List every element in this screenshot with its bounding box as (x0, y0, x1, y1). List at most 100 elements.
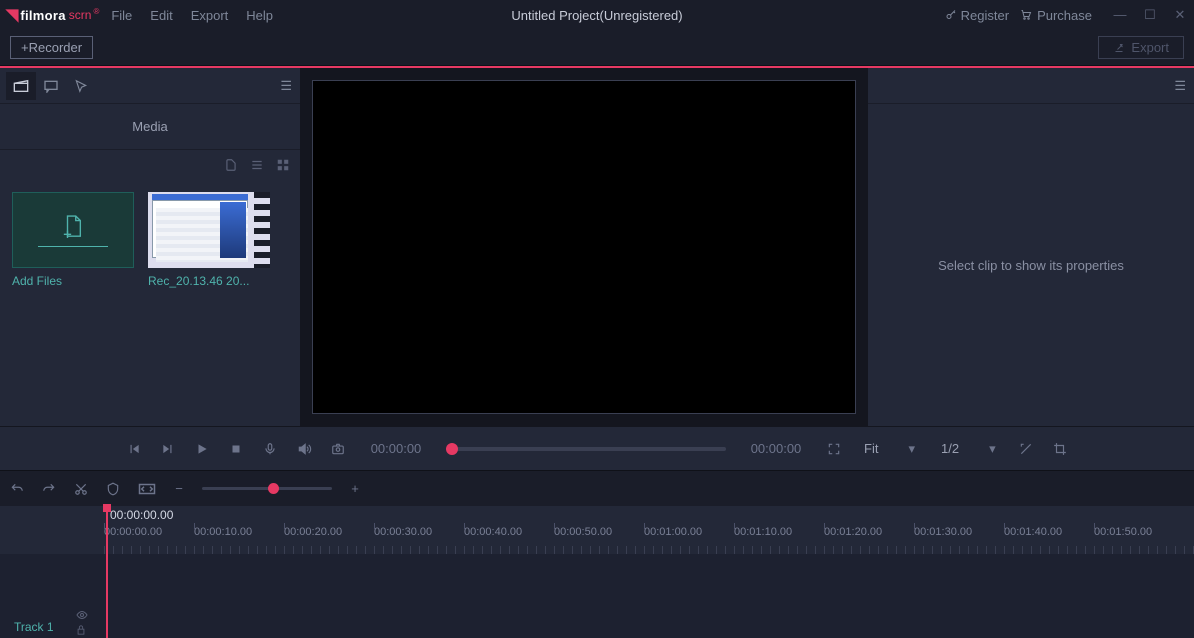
title-bar: ◥ filmora scrn ® File Edit Export Help U… (0, 0, 1194, 30)
volume-button[interactable] (288, 433, 320, 465)
cart-icon (1019, 9, 1033, 21)
ruler-tick: 00:00:20.00 (284, 526, 374, 546)
cursor-tab[interactable] (66, 72, 96, 100)
grid-view-icon[interactable] (276, 158, 290, 172)
crop-button[interactable] (1044, 433, 1076, 465)
media-panel: ☰ Media Add Files (0, 68, 300, 426)
ruler-tick: 00:00:10.00 (194, 526, 284, 546)
annotations-tab[interactable] (36, 72, 66, 100)
close-button[interactable]: ✕ (1172, 7, 1188, 23)
prev-frame-button[interactable] (118, 433, 150, 465)
recorder-button[interactable]: +Recorder (10, 36, 93, 59)
properties-placeholder: Select clip to show its properties (868, 104, 1194, 426)
timeline-tracks[interactable]: Track 1 (0, 554, 1194, 638)
total-time: 00:00:00 (744, 441, 808, 456)
clapper-icon (13, 79, 29, 93)
main-menu: File Edit Export Help (111, 8, 273, 23)
track-label[interactable]: Track 1 (14, 620, 54, 634)
fullscreen-button[interactable] (818, 433, 850, 465)
timeline[interactable]: 00:00:00.00 00:00:00.00 00:00:10.00 00:0… (0, 506, 1194, 638)
playback-bar: 00:00:00 00:00:00 Fit ▾ 1/2 ▾ (0, 426, 1194, 470)
marker-button[interactable] (106, 482, 124, 496)
ruler-tick: 00:00:40.00 (464, 526, 554, 546)
stop-button[interactable] (220, 433, 252, 465)
menu-export[interactable]: Export (191, 8, 229, 23)
media-tab[interactable] (6, 72, 36, 100)
cut-button[interactable] (74, 482, 92, 496)
zoom-toolbar: − + (0, 470, 1194, 506)
key-icon (945, 9, 957, 21)
logo-reg: ® (93, 7, 99, 16)
menu-help[interactable]: Help (246, 8, 273, 23)
ruler-tick: 00:00:50.00 (554, 526, 644, 546)
cursor-icon (74, 79, 88, 93)
secondary-toolbar: +Recorder Export (0, 30, 1194, 66)
register-link[interactable]: Register (945, 8, 1009, 23)
panel-menu-icon[interactable]: ☰ (1174, 78, 1186, 94)
track-controls (76, 610, 88, 636)
media-body: Add Files Rec_20.13.46 20... (0, 180, 300, 426)
export-button[interactable]: Export (1098, 36, 1184, 59)
quality-select[interactable]: 1/2 ▾ (941, 441, 996, 457)
playhead[interactable] (106, 506, 108, 638)
app-logo: ◥ filmora scrn ® (6, 5, 99, 25)
maximize-button[interactable]: ☐ (1142, 7, 1158, 23)
list-view-icon[interactable] (250, 158, 264, 172)
media-header: Media (0, 104, 300, 150)
redo-button[interactable] (42, 482, 60, 496)
media-tabs: ☰ (0, 68, 300, 104)
add-files-label: Add Files (12, 274, 134, 288)
main-area: ☰ Media Add Files (0, 68, 1194, 426)
window-controls: — ☐ ✕ (1112, 7, 1188, 23)
ruler-tick: 00:01:30.00 (914, 526, 1004, 546)
add-files-tile[interactable]: Add Files (12, 192, 134, 288)
scrubber-handle[interactable] (446, 443, 458, 455)
zoom-in-button[interactable]: + (346, 481, 364, 496)
properties-panel: ☰ Select clip to show its properties (868, 68, 1194, 426)
minimize-button[interactable]: — (1112, 7, 1128, 23)
ruler-tick: 00:01:50.00 (1094, 526, 1184, 546)
menu-edit[interactable]: Edit (150, 8, 172, 23)
zoom-out-button[interactable]: − (170, 481, 188, 496)
add-file-icon (62, 214, 84, 240)
media-clip[interactable]: Rec_20.13.46 20... (148, 192, 270, 288)
logo-icon: ◥ (6, 5, 18, 25)
playhead-time: 00:00:00.00 (110, 508, 173, 522)
fit-select[interactable]: Fit ▾ (864, 441, 915, 457)
ruler-minor-ticks (104, 546, 1194, 554)
purchase-link[interactable]: Purchase (1019, 8, 1092, 23)
logo-text: filmora (20, 8, 65, 23)
clip-thumbnail[interactable] (148, 192, 270, 268)
timeline-ruler[interactable]: 00:00:00.00 00:00:10.00 00:00:20.00 00:0… (104, 526, 1194, 546)
logo-suffix: scrn (69, 8, 92, 22)
zoom-handle[interactable] (268, 483, 279, 494)
new-folder-icon[interactable] (224, 158, 238, 172)
preview-canvas[interactable] (312, 80, 856, 414)
menu-file[interactable]: File (111, 8, 132, 23)
fit-timeline-button[interactable] (138, 483, 156, 495)
undo-button[interactable] (10, 482, 28, 496)
properties-tabs: ☰ (868, 68, 1194, 104)
play-button[interactable] (186, 433, 218, 465)
clip-label: Rec_20.13.46 20... (148, 274, 270, 288)
panel-menu-icon[interactable]: ☰ (280, 78, 292, 94)
voiceover-button[interactable] (254, 433, 286, 465)
ruler-tick: 00:01:40.00 (1004, 526, 1094, 546)
ruler-tick: 00:00:30.00 (374, 526, 464, 546)
next-frame-button[interactable] (152, 433, 184, 465)
add-files-thumb[interactable] (12, 192, 134, 268)
chevron-down-icon: ▾ (989, 441, 996, 457)
track-visibility-icon[interactable] (76, 610, 88, 620)
track-lock-icon[interactable] (76, 624, 88, 636)
title-right: Register Purchase — ☐ ✕ (945, 0, 1188, 30)
current-time: 00:00:00 (364, 441, 428, 456)
playback-scrubber[interactable] (446, 447, 726, 451)
chevron-down-icon: ▾ (908, 441, 915, 457)
export-icon (1113, 42, 1125, 54)
snapshot-button[interactable] (322, 433, 354, 465)
preview-area (300, 68, 868, 426)
ruler-tick: 00:00:00.00 (104, 526, 194, 546)
zoom-slider[interactable] (202, 487, 332, 490)
reset-button[interactable] (1010, 433, 1042, 465)
ruler-tick: 00:01:20.00 (824, 526, 914, 546)
